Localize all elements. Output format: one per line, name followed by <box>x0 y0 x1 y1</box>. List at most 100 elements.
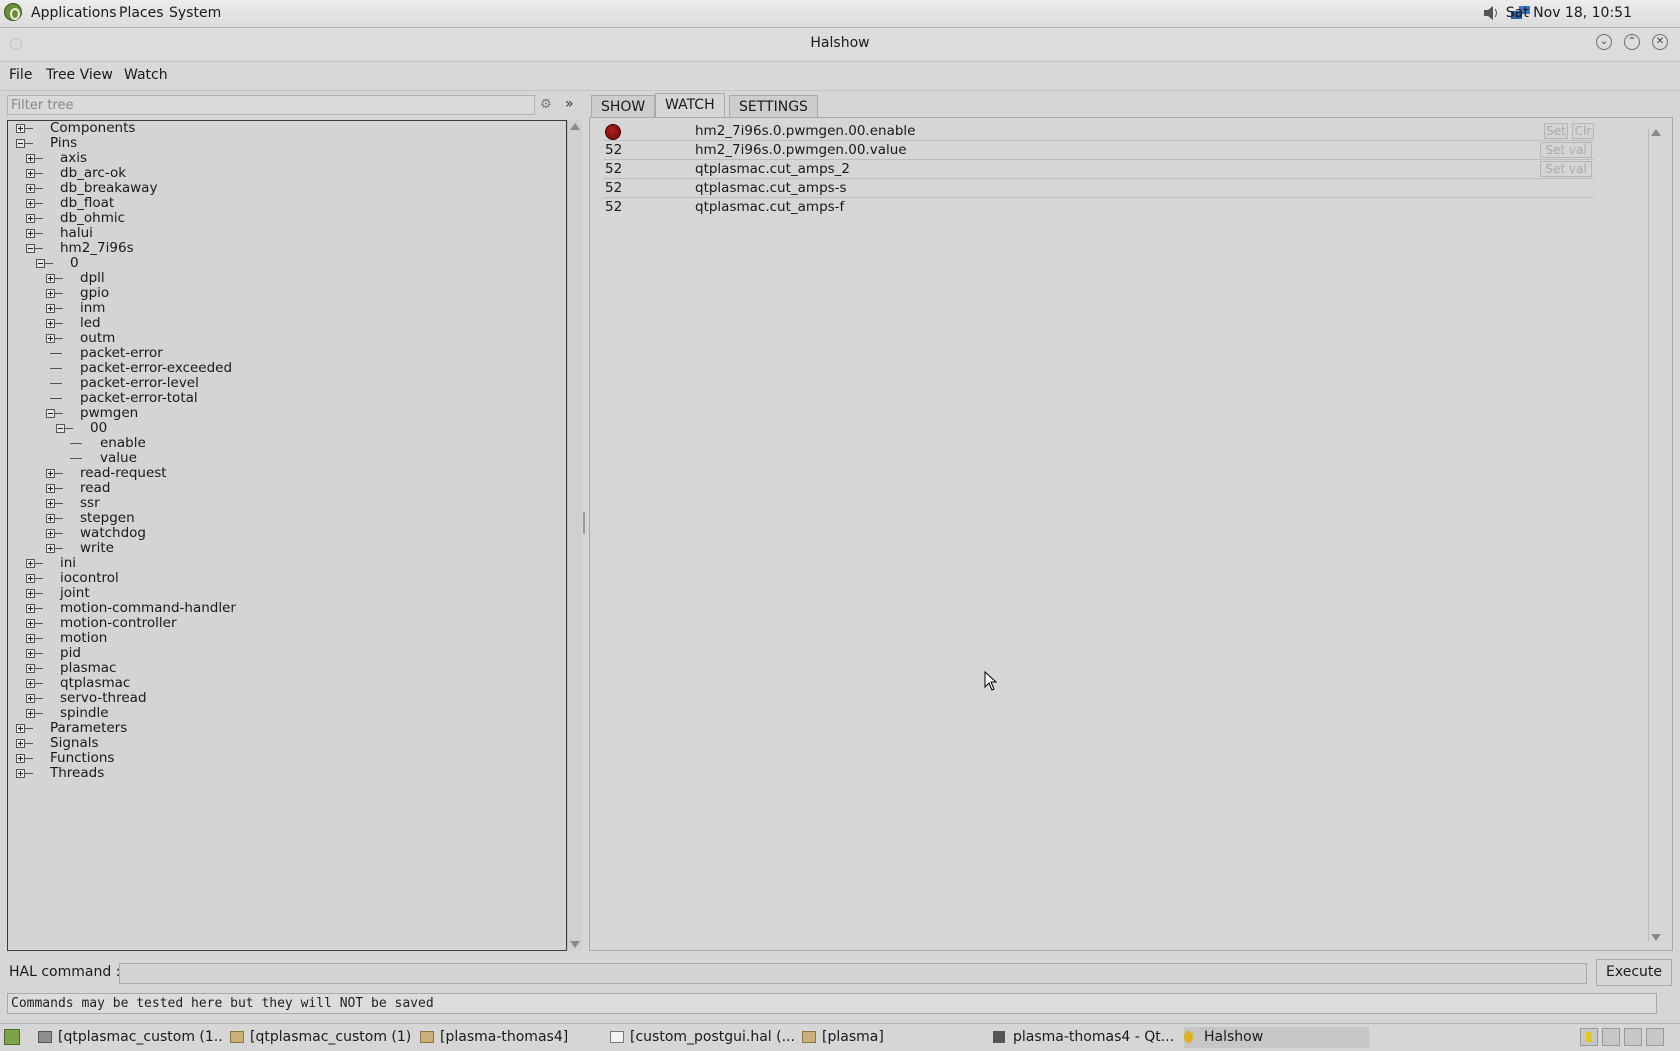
tree-node[interactable]: ini <box>8 556 566 571</box>
watch-pin-name[interactable]: qtplasmac.cut_amps_2 <box>695 161 850 177</box>
expand-icon[interactable] <box>26 694 35 703</box>
tree-node[interactable]: Signals <box>8 736 566 751</box>
tree-node[interactable]: inm <box>8 301 566 316</box>
panel-splitter[interactable] <box>583 512 585 534</box>
watch-pin-name[interactable]: qtplasmac.cut_amps-f <box>695 199 844 215</box>
expand-icon[interactable] <box>26 679 35 688</box>
maximize-button[interactable]: ⌃ <box>1624 34 1640 50</box>
filter-tree-input[interactable]: Filter tree <box>7 95 535 115</box>
expand-icon[interactable] <box>26 199 35 208</box>
tree-node[interactable]: halui <box>8 226 566 241</box>
tree-node[interactable]: iocontrol <box>8 571 566 586</box>
tree-node[interactable]: qtplasmac <box>8 676 566 691</box>
tree-node[interactable]: motion <box>8 631 566 646</box>
taskbar-item[interactable]: [qtplasmac_custom (1... <box>38 1027 223 1048</box>
expand-icon[interactable] <box>46 334 55 343</box>
expand-icon[interactable] <box>26 169 35 178</box>
system-menu[interactable]: System <box>169 5 221 21</box>
watch-pin-name[interactable]: qtplasmac.cut_amps-s <box>695 180 847 196</box>
tree-node[interactable]: Threads <box>8 766 566 781</box>
tree-node[interactable]: plasmac <box>8 661 566 676</box>
clock[interactable]: Sat Nov 18, 10:51 <box>1506 5 1632 21</box>
tree-node[interactable]: Components <box>8 121 566 136</box>
set-value-button[interactable]: Set val <box>1540 142 1592 158</box>
expand-icon[interactable] <box>46 484 55 493</box>
tree-node[interactable]: servo-thread <box>8 691 566 706</box>
tab-settings[interactable]: SETTINGS <box>729 95 818 117</box>
expand-icon[interactable] <box>26 559 35 568</box>
tree-node[interactable]: Pins <box>8 136 566 151</box>
expand-icon[interactable] <box>16 754 25 763</box>
watch-scrollbar[interactable] <box>1648 129 1663 941</box>
expand-icon[interactable] <box>26 184 35 193</box>
tree-node[interactable]: write <box>8 541 566 556</box>
scroll-down-icon[interactable] <box>1651 934 1661 941</box>
expand-icon[interactable] <box>46 514 55 523</box>
tree-node[interactable]: db_arc-ok <box>8 166 566 181</box>
taskbar-item[interactable]: [custom_postgui.hal (... <box>610 1027 795 1048</box>
tree-node[interactable]: read-request <box>8 466 566 481</box>
taskbar-item[interactable]: Halshow <box>1184 1027 1369 1048</box>
expand-icon[interactable] <box>26 154 35 163</box>
workspace-4-icon[interactable] <box>1646 1028 1664 1046</box>
tab-watch[interactable]: WATCH <box>655 93 725 118</box>
tree-node[interactable]: 0 <box>8 256 566 271</box>
expand-icon[interactable] <box>26 589 35 598</box>
applications-menu[interactable]: Applications <box>31 5 117 21</box>
collapse-icon[interactable] <box>46 409 55 418</box>
expand-icon[interactable] <box>46 499 55 508</box>
collapse-icon[interactable] <box>56 424 65 433</box>
collapse-icon[interactable] <box>16 139 25 148</box>
tree-node[interactable]: packet-error-exceeded <box>8 361 566 376</box>
expand-icon[interactable] <box>46 469 55 478</box>
hal-tree[interactable]: Components Pins axis db_arc-ok db_breakaway d… <box>7 120 567 951</box>
tree-node[interactable]: spindle <box>8 706 566 721</box>
tree-node[interactable]: joint <box>8 586 566 601</box>
tree-node[interactable]: Parameters <box>8 721 566 736</box>
expand-icon[interactable] <box>16 769 25 778</box>
menu-file[interactable]: File <box>9 67 32 83</box>
tab-show[interactable]: SHOW <box>591 95 656 117</box>
hal-command-input[interactable] <box>119 963 1587 984</box>
filter-settings-icon[interactable]: ⚙ <box>540 97 552 112</box>
tree-node[interactable]: packet-error <box>8 346 566 361</box>
workspace-2-icon[interactable] <box>1602 1028 1620 1046</box>
expand-icon[interactable] <box>16 724 25 733</box>
clear-button[interactable]: Clr <box>1572 123 1594 139</box>
tree-node[interactable]: ssr <box>8 496 566 511</box>
execute-button[interactable]: Execute <box>1596 959 1672 986</box>
tree-node[interactable]: dpll <box>8 271 566 286</box>
tree-node[interactable]: led <box>8 316 566 331</box>
places-menu[interactable]: Places <box>119 5 164 21</box>
scroll-up-icon[interactable] <box>570 123 580 130</box>
expand-icon[interactable] <box>26 664 35 673</box>
collapse-icon[interactable] <box>36 259 45 268</box>
tree-node[interactable]: motion-controller <box>8 616 566 631</box>
workspace-3-icon[interactable] <box>1624 1028 1642 1046</box>
close-button[interactable]: ✕ <box>1652 34 1668 50</box>
expand-icon[interactable] <box>26 709 35 718</box>
tree-node[interactable]: motion-command-handler <box>8 601 566 616</box>
volume-icon[interactable] <box>1482 5 1500 21</box>
tree-node[interactable]: hm2_7i96s <box>8 241 566 256</box>
expand-icon[interactable] <box>26 604 35 613</box>
tree-node[interactable]: Functions <box>8 751 566 766</box>
tree-node[interactable]: pwmgen <box>8 406 566 421</box>
taskbar-item[interactable]: plasma-thomas4 - Qt... <box>993 1027 1178 1048</box>
scroll-down-icon[interactable] <box>570 941 580 948</box>
expand-icon[interactable] <box>26 574 35 583</box>
taskbar-item[interactable]: [plasma] <box>802 1027 982 1048</box>
tree-node[interactable]: enable <box>8 436 566 451</box>
watch-pin-name[interactable]: hm2_7i96s.0.pwmgen.00.enable <box>695 123 915 139</box>
collapse-icon[interactable] <box>26 244 35 253</box>
tree-node[interactable]: 00 <box>8 421 566 436</box>
workspace-1-icon[interactable] <box>1580 1028 1598 1046</box>
tree-node[interactable]: packet-error-total <box>8 391 566 406</box>
expand-icon[interactable] <box>46 304 55 313</box>
scroll-up-icon[interactable] <box>1651 129 1661 136</box>
taskbar-item[interactable]: [plasma-thomas4] <box>420 1027 600 1048</box>
expand-icon[interactable] <box>26 229 35 238</box>
menu-watch[interactable]: Watch <box>124 67 168 83</box>
tree-node[interactable]: axis <box>8 151 566 166</box>
tree-scrollbar[interactable] <box>567 120 582 951</box>
